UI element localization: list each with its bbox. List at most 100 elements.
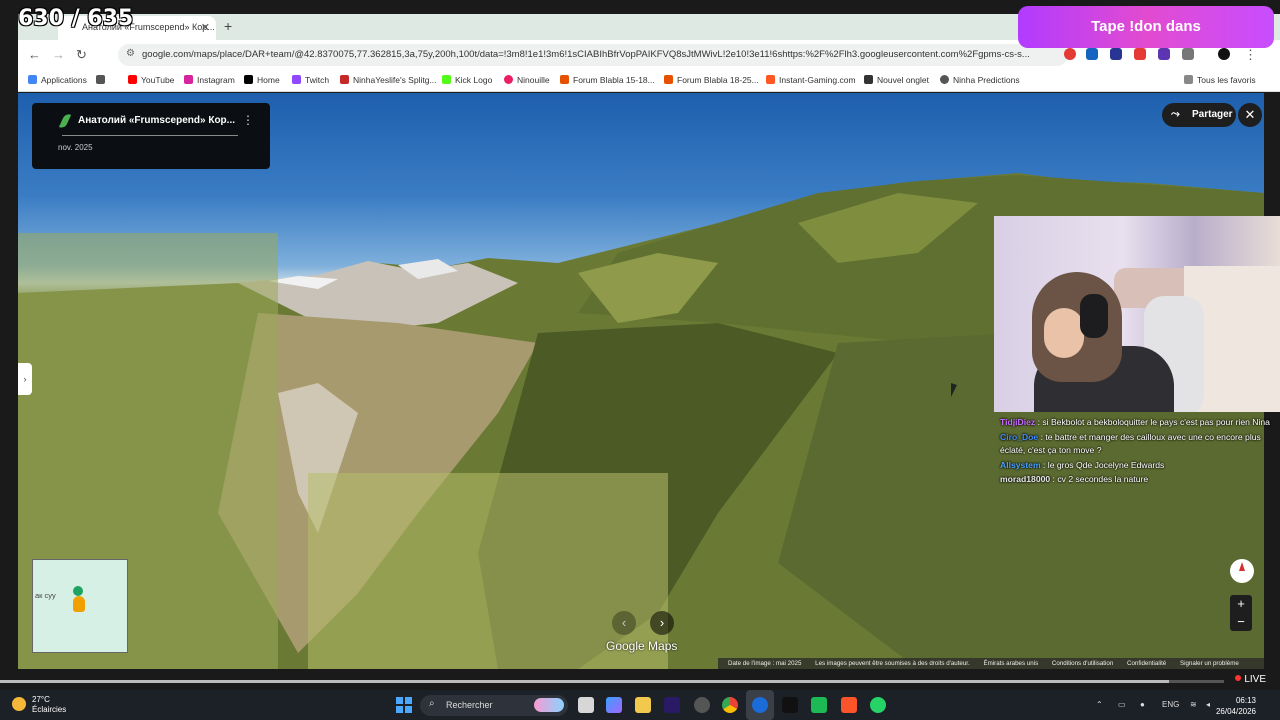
bookmark-twitch[interactable]: Twitch [292,75,329,85]
bookmark-youtube[interactable]: YouTube [128,75,174,85]
region-link[interactable]: Émirats arabes unis [983,660,1038,667]
bookmark-home[interactable]: Home [244,75,280,85]
streamer-face [1044,308,1084,358]
share-button[interactable]: ⤳ Partager [1162,103,1236,127]
minimap[interactable]: ак суу [32,559,128,653]
kebab-menu-icon[interactable]: ⋮ [1244,47,1257,63]
chat-user: morad18000 [1000,474,1051,484]
bookmark-label: Forum Blabla 18-25... [677,75,759,85]
puzzle-extensions-icon[interactable] [1182,48,1194,60]
bookmark-splitgate[interactable]: NinhaYeslife's Splitg... [340,75,437,85]
task-view-icon[interactable] [578,697,594,713]
chat-user: Ciro_Doe [1000,431,1039,442]
url-input[interactable]: ⚙ google.com/maps/place/DAR+team/@42.837… [118,44,1068,66]
chat-overlay: TidjiDiez : si Bekbolot a bekboloquitter… [1000,416,1276,488]
reload-icon[interactable]: ↻ [76,47,87,63]
steam-icon[interactable] [752,697,768,713]
sun-icon [12,697,26,711]
jvc-icon [560,75,569,84]
location-info-card[interactable]: Анатолий «Frumscepend» Кор... ⋮ nov. 202… [32,103,270,169]
bookmark-ninouille[interactable]: Ninouille [504,75,550,85]
pegman-icon[interactable] [73,596,85,612]
capture-date: nov. 2025 [58,143,93,152]
streaming-app-icon[interactable] [811,697,827,713]
terms-link[interactable]: Conditions d'utilisation [1052,660,1113,667]
zoom-out-button[interactable]: − [1230,613,1252,631]
chat-text: cv 2 secondes la nature [1057,474,1149,484]
audio-extension-icon[interactable] [1086,48,1098,60]
bookmark-forum-15-18[interactable]: Forum Blabla 15-18... [560,75,655,85]
bookmark-instagram[interactable]: Instagram [184,75,235,85]
image-date: Date de l'image : mai 2025 [728,660,802,667]
premiere-pro-icon[interactable] [664,697,680,713]
bookmark-label: Ninha Predictions [953,75,1020,85]
bookmarks-bar: Applications YouTube Instagram Home Twit… [18,70,1280,92]
more-options-icon[interactable]: ⋮ [242,113,254,127]
chat-text: le gros Qde Jocelyne Edwards [1047,459,1165,470]
location-pin-icon [73,586,83,596]
profile-avatar[interactable] [1218,48,1230,60]
bookmark-label: Kick Logo [455,75,493,85]
bookmark-forum-18-25[interactable]: Forum Blabla 18-25... [664,75,759,85]
weather-widget[interactable]: 27°C Éclaircies [12,695,66,715]
opera-extension-icon[interactable] [1064,48,1076,60]
keyboard-language[interactable]: ENG [1162,700,1179,709]
forward-icon[interactable]: → [52,47,65,62]
start-menu-icon[interactable] [396,697,412,713]
previous-arrow-icon[interactable]: ‹ [612,611,636,635]
brave-icon[interactable] [841,697,857,713]
bookmark-new-tab[interactable]: Nouvel onglet [864,75,929,85]
bookmark-ninha-predictions[interactable]: Ninha Predictions [940,75,1020,85]
taskbar-search[interactable]: ⌕ Rechercher [420,695,568,716]
compass-icon[interactable] [1230,559,1254,583]
tiktok-icon[interactable] [782,697,798,713]
live-indicator: LIVE [1235,674,1266,685]
folder-icon [1184,75,1193,84]
chat-user: TidjiDiez [1000,417,1036,427]
bookmark-instant-gaming[interactable]: Instant-Gaming.com [766,75,856,85]
tray-app-icon[interactable]: ▭ [1118,700,1126,709]
close-streetview-button[interactable]: ✕ [1238,103,1262,127]
all-bookmarks-label: Tous les favoris [1197,75,1256,85]
url-text: google.com/maps/place/DAR+team/@42.83700… [142,49,1030,60]
close-tab-icon[interactable]: ✕ [201,21,210,34]
whatsapp-icon[interactable] [870,697,886,713]
shield-extension-icon[interactable] [1158,48,1170,60]
leaf-icon [58,112,72,130]
ninouille-icon [504,75,513,84]
new-tab-icon[interactable]: + [224,18,232,34]
back-icon[interactable]: ← [28,47,41,62]
bookmark-grid[interactable] [96,75,109,85]
grid-icon [96,75,105,84]
privacy-link[interactable]: Confidentialité [1127,660,1166,667]
twitch-icon [292,75,301,84]
all-bookmarks-folder[interactable]: Tous les favoris [1184,75,1256,85]
system-clock[interactable]: 06:13 26/04/2026 [1216,695,1256,717]
copilot-icon[interactable] [606,697,622,713]
apps-icon [28,75,37,84]
divider [62,135,238,136]
expand-side-panel-button[interactable]: › [18,363,32,395]
settings-icon[interactable] [694,697,710,713]
volume-icon[interactable]: ◂ [1206,700,1210,709]
bookmark-label: Twitch [305,75,330,85]
extension-icon[interactable] [1110,48,1122,60]
bookmark-applications[interactable]: Applications [28,75,87,85]
chrome-icon[interactable] [722,697,738,713]
zoom-in-button[interactable]: + [1230,595,1252,613]
google-maps-brand: Google Maps [606,639,678,653]
microphone-icon[interactable]: ● [1140,700,1145,709]
wifi-icon[interactable]: ≋ [1190,700,1197,709]
next-arrow-icon[interactable]: › [650,611,674,635]
share-label: Partager [1192,109,1233,120]
file-explorer-icon[interactable] [635,697,651,713]
bookmark-kick[interactable]: Kick Logo [442,75,492,85]
site-info-icon[interactable]: ⚙ [126,48,135,59]
clock-time: 06:13 [1235,696,1256,705]
report-problem-link[interactable]: Signaler un problème [1180,660,1239,667]
lastpass-extension-icon[interactable] [1134,48,1146,60]
chat-message: Allsystem : le gros Qde Jocelyne Edwards [1000,459,1165,470]
search-highlight-icon [534,698,564,712]
tray-chevron-icon[interactable]: ⌃ [1096,700,1103,709]
chat-user: Allsystem [1000,459,1041,470]
